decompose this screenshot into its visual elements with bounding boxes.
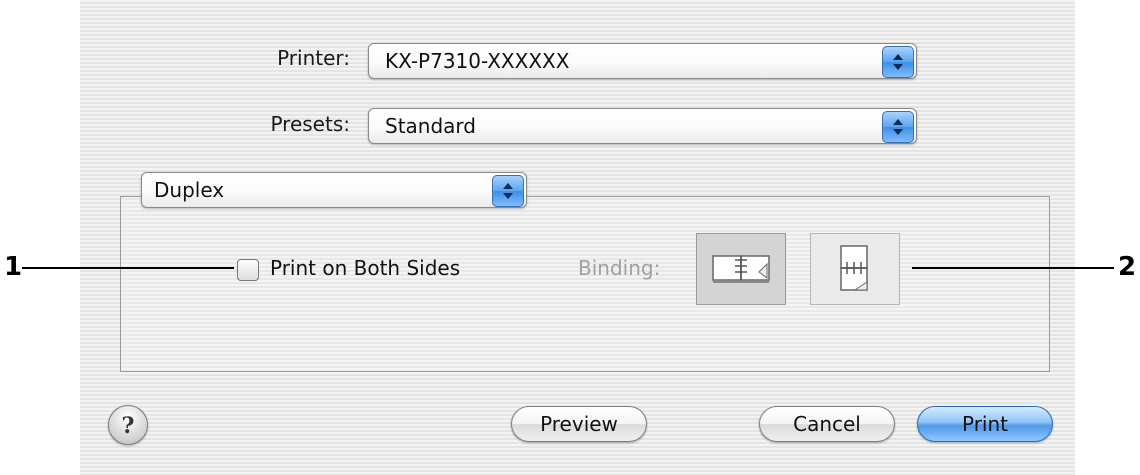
print-button[interactable]: Print — [917, 406, 1053, 442]
print-both-sides-checkbox[interactable] — [237, 259, 259, 281]
popup-arrows-icon — [882, 111, 914, 143]
help-button[interactable]: ? — [108, 405, 148, 445]
long-edge-binding-button[interactable] — [696, 233, 786, 305]
binding-label: Binding: — [578, 256, 661, 280]
preview-button[interactable]: Preview — [511, 406, 647, 442]
popup-arrows-icon — [492, 175, 524, 207]
short-edge-binding-button[interactable] — [810, 233, 900, 305]
callout-2: 2 — [1118, 252, 1137, 282]
duplex-group-box — [120, 196, 1050, 372]
long-edge-binding-icon — [712, 255, 770, 283]
callout-1-line — [22, 267, 234, 269]
print-both-sides-label[interactable]: Print on Both Sides — [270, 256, 460, 280]
panel-value: Duplex — [154, 178, 225, 202]
presets-label: Presets: — [270, 112, 350, 136]
presets-popup[interactable]: Standard — [368, 108, 917, 144]
callout-2-line — [912, 267, 1114, 269]
help-symbol: ? — [121, 413, 135, 439]
cancel-button[interactable]: Cancel — [759, 406, 895, 442]
short-edge-binding-icon — [840, 245, 868, 291]
printer-value: KX-P7310-XXXXXX — [385, 49, 570, 73]
callout-1: 1 — [4, 252, 23, 282]
popup-arrows-icon — [882, 46, 914, 78]
printer-popup[interactable]: KX-P7310-XXXXXX — [368, 43, 917, 79]
printer-label: Printer: — [277, 46, 350, 70]
panel-popup[interactable]: Duplex — [141, 172, 527, 208]
print-dialog: Printer: KX-P7310-XXXXXX Presets: Standa… — [80, 0, 1075, 475]
presets-value: Standard — [385, 114, 476, 138]
